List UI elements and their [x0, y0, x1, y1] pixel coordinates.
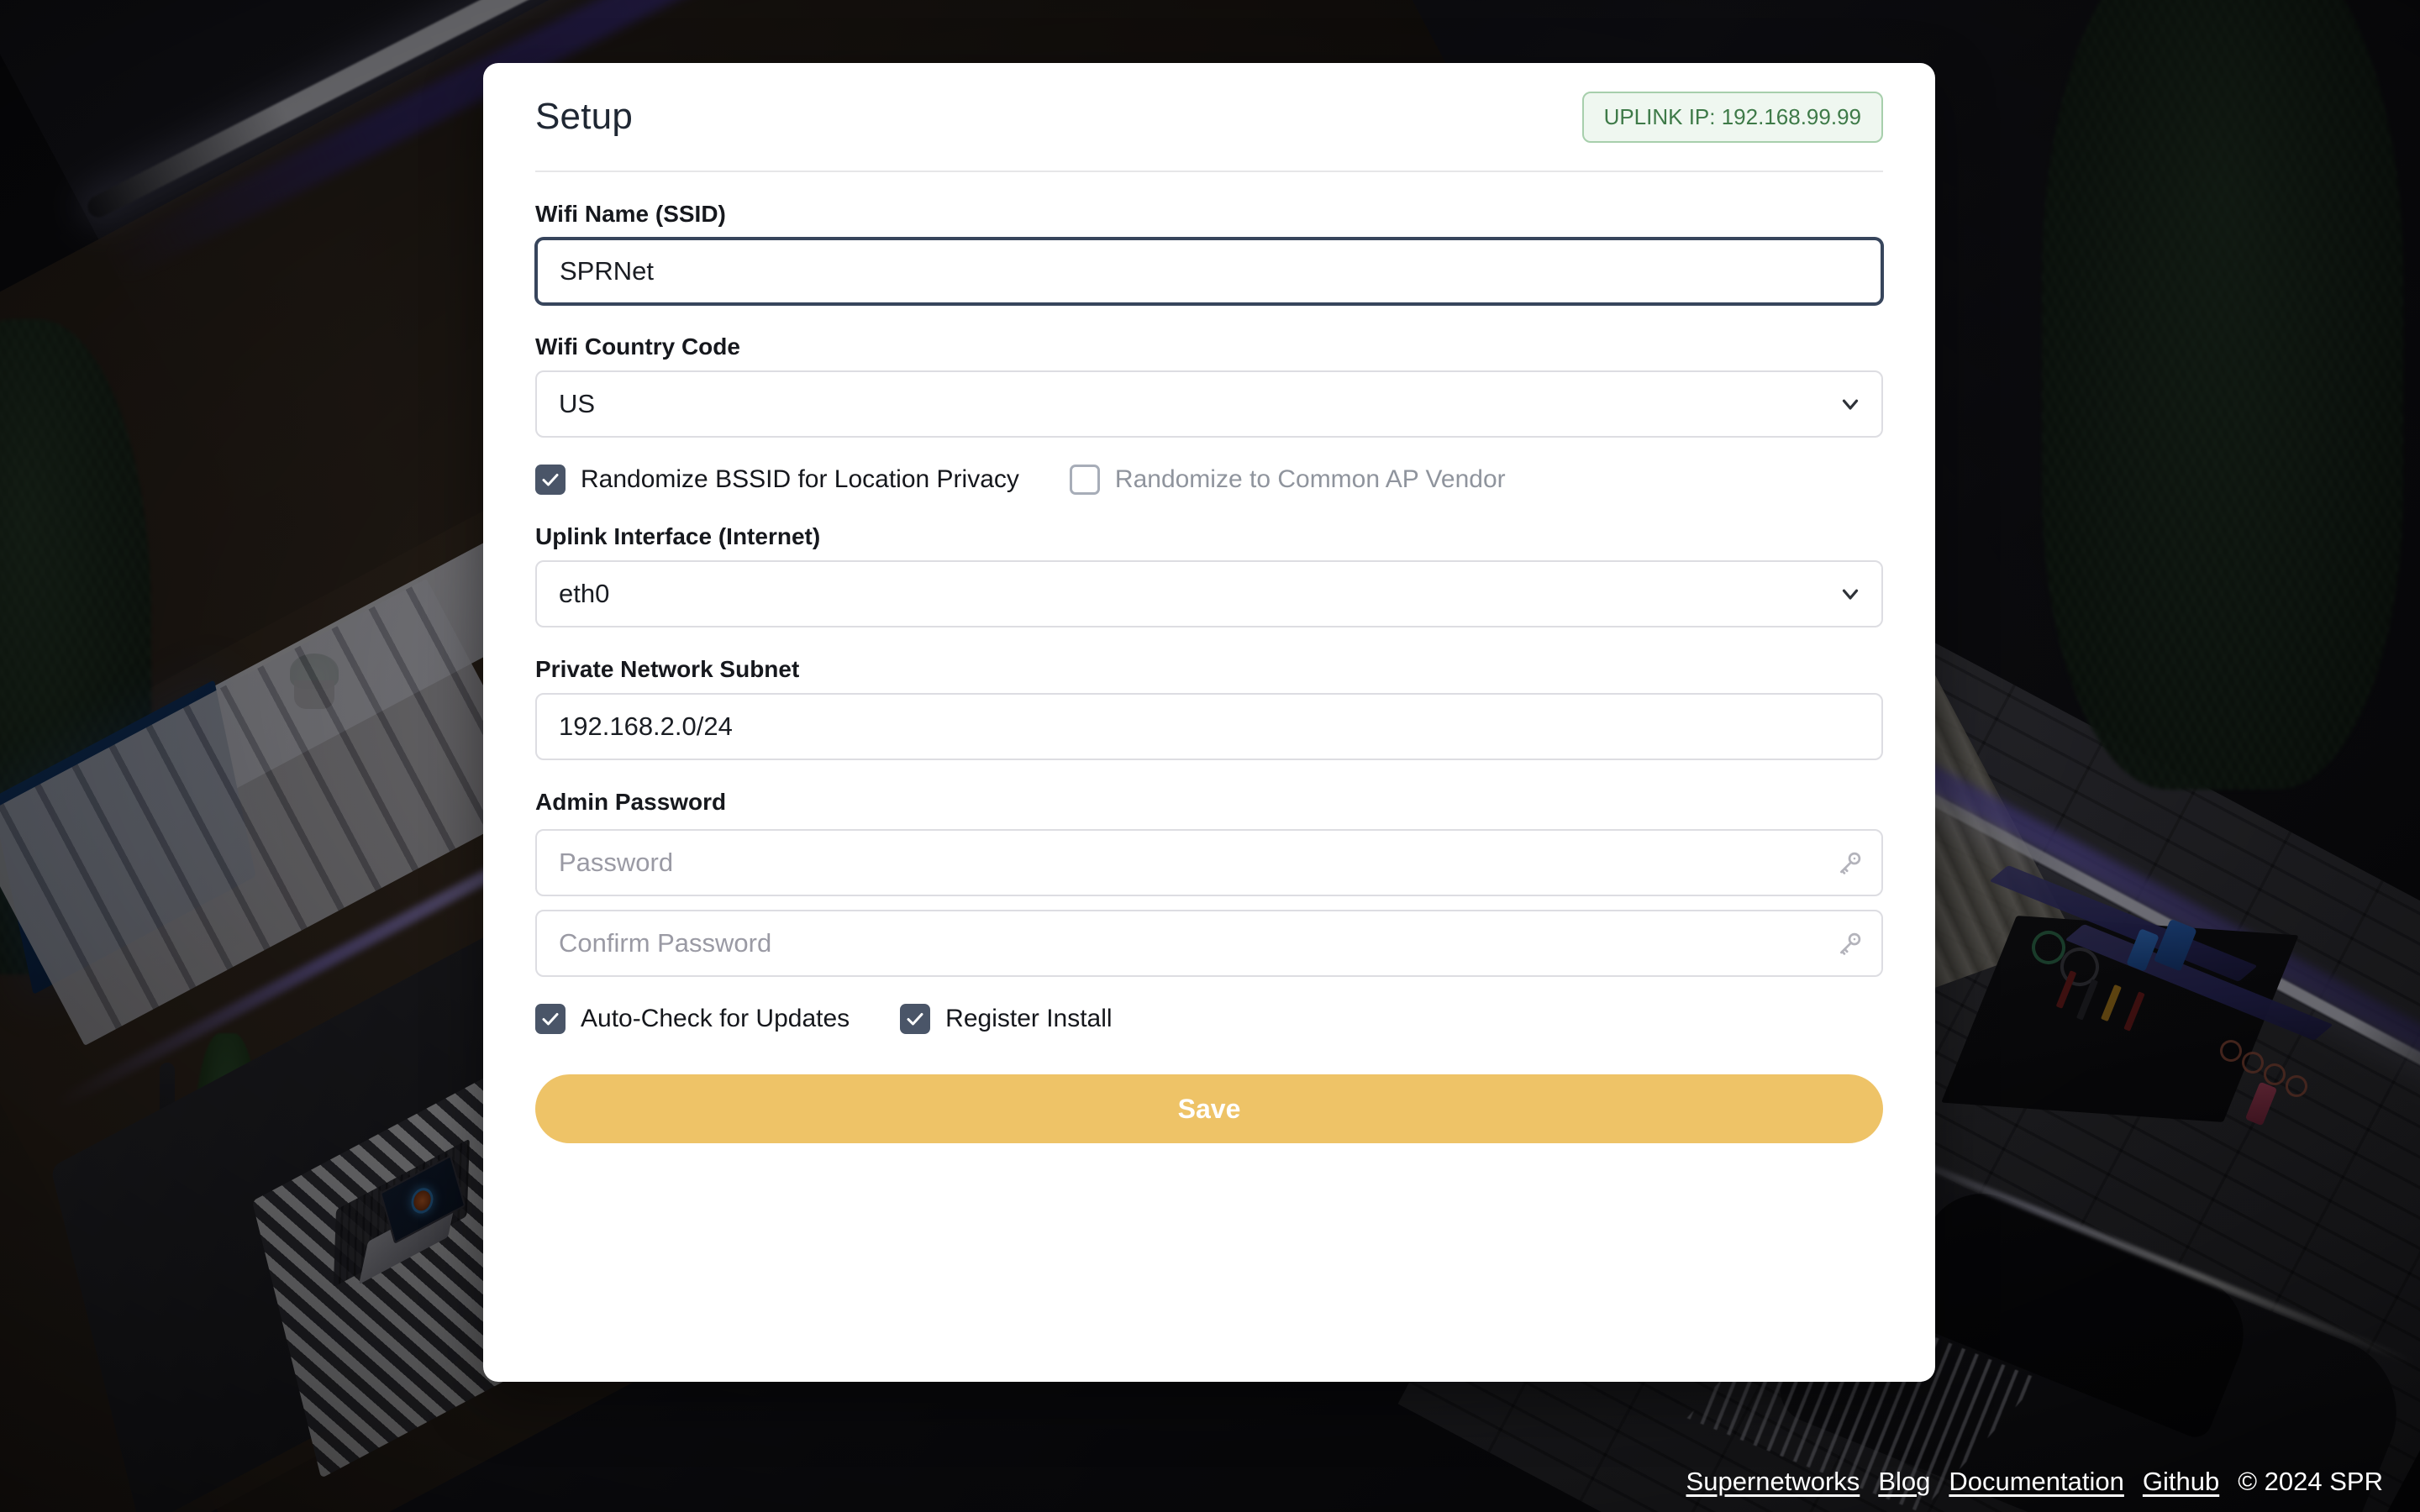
- randomize-bssid-checkbox[interactable]: [535, 465, 566, 495]
- randomize-vendor-checkbox[interactable]: [1069, 465, 1100, 495]
- auto-check-updates-label[interactable]: Auto-Check for Updates: [581, 1005, 850, 1033]
- randomize-vendor-label[interactable]: Randomize to Common AP Vendor: [1115, 465, 1506, 494]
- ssid-label: Wifi Name (SSID): [535, 201, 726, 227]
- confirm-password-input[interactable]: [535, 910, 1883, 977]
- footer-link-github[interactable]: Github: [2143, 1467, 2219, 1497]
- country-code-value[interactable]: US: [535, 370, 1883, 438]
- footer-link-documentation[interactable]: Documentation: [1949, 1467, 2124, 1497]
- randomize-bssid-label[interactable]: Randomize BSSID for Location Privacy: [581, 465, 1019, 494]
- key-icon[interactable]: [1836, 929, 1865, 958]
- page-title: Setup: [535, 96, 633, 137]
- footer-link-supernetworks[interactable]: Supernetworks: [1686, 1467, 1860, 1497]
- install-checkbox-row: Auto-Check for Updates Register Install: [535, 1004, 1883, 1034]
- app-root: Setup UPLINK IP: 192.168.99.99 Wifi Name…: [0, 0, 2420, 1512]
- footer: Supernetworks Blog Documentation Github …: [1686, 1467, 2383, 1497]
- footer-link-blog[interactable]: Blog: [1878, 1467, 1930, 1497]
- register-install-label[interactable]: Register Install: [945, 1005, 1112, 1033]
- register-install-checkbox[interactable]: [900, 1004, 931, 1034]
- card-header: Setup UPLINK IP: 192.168.99.99: [535, 63, 1883, 171]
- country-code-label: Wifi Country Code: [535, 333, 740, 360]
- password-input[interactable]: [535, 829, 1883, 896]
- uplink-interface-label: Uplink Interface (Internet): [535, 523, 821, 549]
- confirm-password-field-wrap: [535, 910, 1883, 977]
- admin-password-label: Admin Password: [535, 789, 727, 815]
- check-icon: [542, 474, 559, 486]
- uplink-interface-value[interactable]: eth0: [535, 560, 1883, 627]
- save-button[interactable]: Save: [535, 1074, 1883, 1143]
- check-icon: [542, 1013, 559, 1026]
- bssid-checkbox-row: Randomize BSSID for Location Privacy Ran…: [535, 465, 1883, 495]
- setup-card: Setup UPLINK IP: 192.168.99.99 Wifi Name…: [483, 63, 1935, 1382]
- country-code-select[interactable]: US: [535, 370, 1883, 438]
- uplink-interface-select[interactable]: eth0: [535, 560, 1883, 627]
- auto-check-updates-checkbox[interactable]: [535, 1004, 566, 1034]
- subnet-input[interactable]: [535, 693, 1883, 760]
- ssid-input[interactable]: [535, 238, 1883, 305]
- key-icon[interactable]: [1836, 848, 1865, 877]
- uplink-ip-badge: UPLINK IP: 192.168.99.99: [1581, 91, 1883, 143]
- check-icon: [907, 1013, 923, 1026]
- subnet-label: Private Network Subnet: [535, 656, 800, 682]
- footer-copyright: © 2024 SPR: [2238, 1467, 2383, 1496]
- header-divider: [535, 171, 1883, 172]
- password-field-wrap: [535, 829, 1883, 896]
